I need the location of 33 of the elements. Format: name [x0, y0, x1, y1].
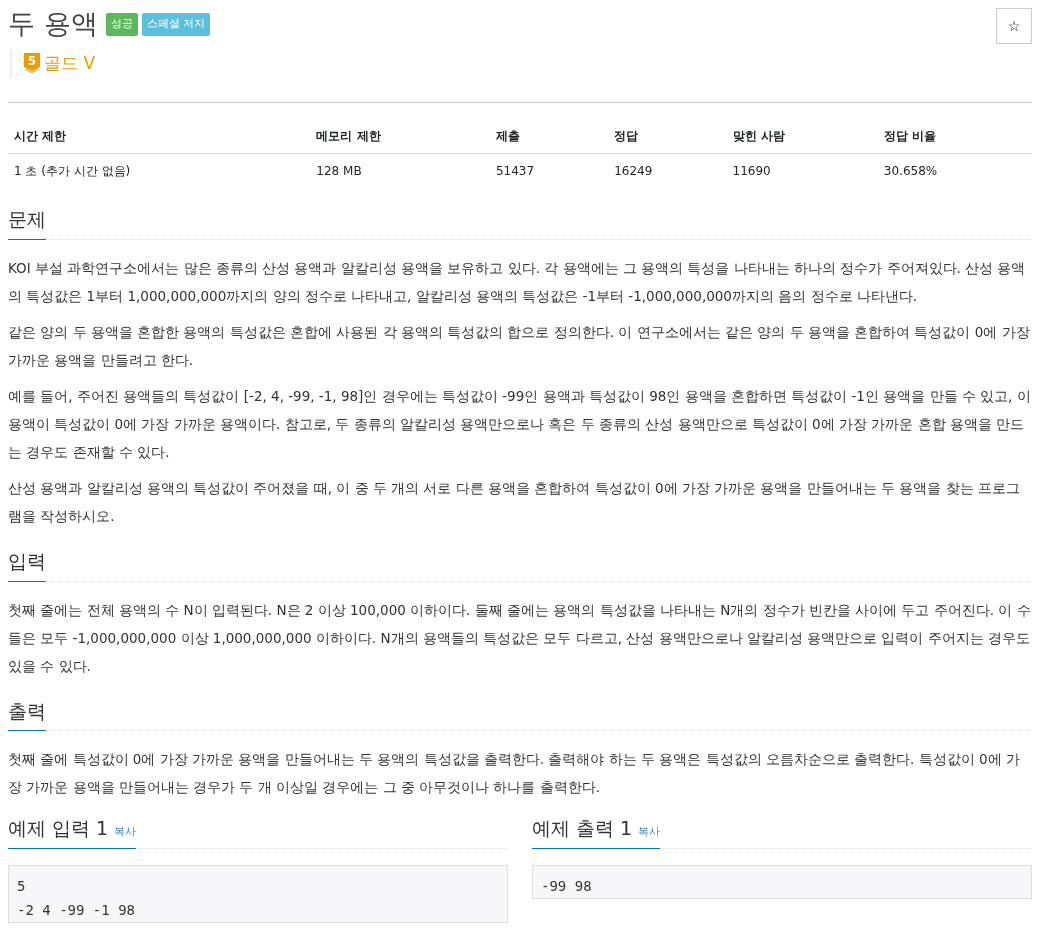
section-heading: 문제	[8, 208, 46, 240]
column-header: 시간 제한	[8, 119, 311, 154]
tier-label: 골드 V	[44, 51, 96, 75]
table-cell: 51437	[489, 153, 609, 188]
paragraph: 첫째 줄에는 전체 용액의 수 N이 입력된다. N은 2 이상 100,000 이하이다. 둘째 줄에는 용액의 특성값을 나타내는 N개의 정수가 빈칸을 사이에 두고 주어진다. 이 수들은 모두 -1,000,000,000 이상 1,000,000,000 이하이다. N개의 용액들의 특성값은 모두 다르고, 산성 용액만으로나 알칼리성 용액만으로 입력이 주어지는 경우도 있을 수 있다.	[8, 600, 1032, 676]
paragraph: 같은 양의 두 용액을 혼합한 용액의 특성값은 혼합에 사용된 각 용액의 특성값의 합으로 정의한다. 이 연구소에서는 같은 양의 두 용액을 혼합하여 특성값이 0에 가장 가까운 용액을 만들려고 한다.	[8, 322, 1031, 370]
copy-link[interactable]: 복사	[114, 825, 137, 839]
tier-icon: 5	[24, 53, 40, 74]
status-label: 성공	[105, 13, 138, 36]
paragraph: 산성 용액과 알칼리성 용액의 특성값이 주어졌을 때, 이 중 두 개의 서로 다른 용액을 혼합하여 특성값이 0에 가장 가까운 용액을 만들어내는 두 용액을 찾는 프로그램을 작성하시오.	[8, 478, 1021, 526]
table-cell: 30.658%	[877, 153, 1032, 188]
section-heading: 입력	[8, 549, 46, 582]
copy-link[interactable]: 복사	[638, 825, 661, 839]
column-header: 정답	[608, 119, 727, 154]
table-cell: 11690	[726, 153, 878, 188]
section-heading: 출력	[8, 699, 46, 732]
paragraph: 첫째 줄에 특성값이 0에 가장 가까운 용액을 만들어내는 두 용액의 특성값을 출력한다. 출력해야 하는 두 용액은 특성값의 오름차순으로 출력한다. 특성값이 0에 가장 가까운 용액을 만들어내는 경우가 두 개 이상일 경우에는 그 중 아무것이나 하나를 출력한다.	[8, 750, 1021, 798]
problem-title: 두 용액	[8, 7, 98, 41]
favorite-button[interactable]: ☆	[996, 8, 1032, 44]
sample-code-block: -99 98	[532, 865, 1032, 900]
table-cell: 128 MB	[310, 153, 490, 188]
paragraph: 예를 들어, 주어진 용액들의 특성값이 [-2, 4, -99, -1, 98]인 경우에는 특성값이 -99인 용액과 특성값이 98인 용액을 혼합하면 특성값이 -1인 용액을 만들 수 있고, 이 용액이 특성값이 0에 가장 가까운 용액이다. 참고로, 두 종류의 알칼리성 용액만으로나 혹은 두 종류의 산성 용액만으로 특성값이 0에 가장 가까운 혼합 용액을 만드는 경우도 존재할 수 있다.	[8, 386, 1032, 462]
example-heading: 예제 출력 1 복사	[532, 817, 661, 850]
table-cell: 16249	[608, 153, 727, 188]
table-cell: 1 초 (추가 시간 없음)	[8, 153, 311, 188]
column-header: 맞힌 사람	[726, 119, 878, 154]
column-header: 메모리 제한	[310, 119, 490, 154]
status-label: 스페셜 저지	[141, 13, 211, 36]
column-header: 제출	[489, 119, 609, 154]
example-heading: 예제 입력 1 복사	[8, 817, 137, 850]
paragraph: KOI 부설 과학연구소에서는 많은 종류의 산성 용액과 알칼리성 용액을 보유하고 있다. 각 용액에는 그 용액의 특성을 나타내는 하나의 정수가 주어져있다. 산성 용액의 특성값은 1부터 1,000,000,000까지의 양의 정수로 나타내고, 알칼리성 용액의 특성값은 -1부터 -1,000,000,000까지의 음의 정수로 나타낸다.	[8, 258, 1027, 306]
sample-code-block: 5 -2 4 -99 -1 98	[8, 865, 508, 924]
column-header: 정답 비율	[877, 119, 1032, 154]
